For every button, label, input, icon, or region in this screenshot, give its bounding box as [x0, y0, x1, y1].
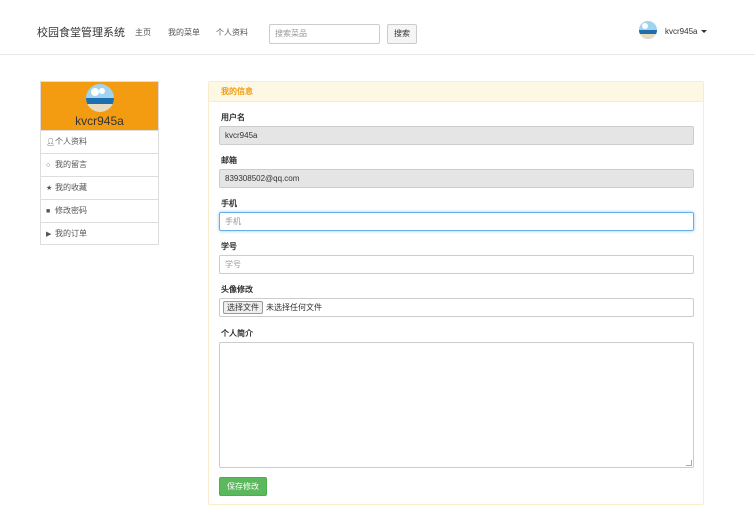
sidebar-item-label: 修改密码	[55, 206, 87, 215]
sidebar-item-label: 我的订单	[55, 229, 87, 238]
search-input[interactable]: 搜索菜品	[269, 24, 380, 44]
username-field: kvcr945a	[219, 126, 694, 145]
bio-textarea[interactable]	[219, 342, 694, 468]
email-field: 839308502@qq.com	[219, 169, 694, 188]
user-icon: 👤︎	[46, 139, 55, 146]
tag-icon: ▶	[46, 231, 52, 238]
file-status-text: 未选择任何文件	[266, 303, 322, 312]
sidebar-item-label: 我的收藏	[55, 183, 87, 192]
avatar-file-input[interactable]: 选择文件 未选择任何文件	[219, 298, 694, 317]
phone-input[interactable]: 手机	[219, 212, 694, 231]
profile-username: kvcr945a	[75, 114, 124, 128]
nav-link-my-menu[interactable]: 我的菜单	[168, 28, 200, 38]
profile-card: kvcr945a	[41, 82, 158, 130]
student-id-input[interactable]: 学号	[219, 255, 694, 274]
username-label: 用户名	[221, 113, 245, 122]
caret-down-icon	[701, 30, 708, 34]
navbar-avatar[interactable]	[639, 21, 657, 39]
phone-label: 手机	[221, 199, 237, 208]
sidebar-item-label: 个人资料	[55, 137, 87, 146]
search-button[interactable]: 搜索	[387, 24, 417, 44]
brand-title[interactable]: 校园食堂管理系统	[37, 27, 125, 39]
sidebar-item-profile[interactable]: 👤︎个人资料	[41, 130, 158, 153]
sidebar-item-messages[interactable]: ○ 我的留言	[41, 153, 158, 176]
nav-link-profile[interactable]: 个人资料	[216, 28, 248, 38]
sidebar: kvcr945a 👤︎个人资料 ○ 我的留言 ★ 我的收藏 ■ 修改密码 ▶ 我的订单	[40, 81, 159, 245]
lock-icon: ■	[46, 208, 51, 215]
choose-file-button[interactable]: 选择文件	[223, 300, 263, 314]
star-icon: ★	[46, 185, 53, 192]
profile-panel: 我的信息 用户名 kvcr945a 邮箱 839308502@qq.com 手机…	[208, 81, 704, 505]
profile-avatar	[86, 84, 114, 112]
user-dropdown[interactable]: kvcr945a	[665, 27, 708, 37]
email-label: 邮箱	[221, 156, 237, 165]
top-navbar: 校园食堂管理系统 主页 我的菜单 个人资料 搜索菜品 搜索 kvcr945a	[0, 0, 755, 55]
bio-label: 个人简介	[221, 329, 253, 338]
save-button[interactable]: 保存修改	[219, 477, 267, 496]
panel-title: 我的信息	[209, 82, 703, 102]
student-id-label: 学号	[221, 242, 237, 251]
user-dropdown-label: kvcr945a	[665, 27, 698, 36]
nav-link-home[interactable]: 主页	[135, 28, 151, 38]
comment-icon: ○	[46, 162, 51, 169]
sidebar-item-label: 我的留言	[55, 160, 87, 169]
resize-handle-icon[interactable]	[686, 460, 692, 466]
sidebar-item-password[interactable]: ■ 修改密码	[41, 199, 158, 222]
sidebar-item-orders[interactable]: ▶ 我的订单	[41, 222, 158, 245]
avatar-label: 头像修改	[221, 285, 253, 294]
sidebar-item-favorites[interactable]: ★ 我的收藏	[41, 176, 158, 199]
